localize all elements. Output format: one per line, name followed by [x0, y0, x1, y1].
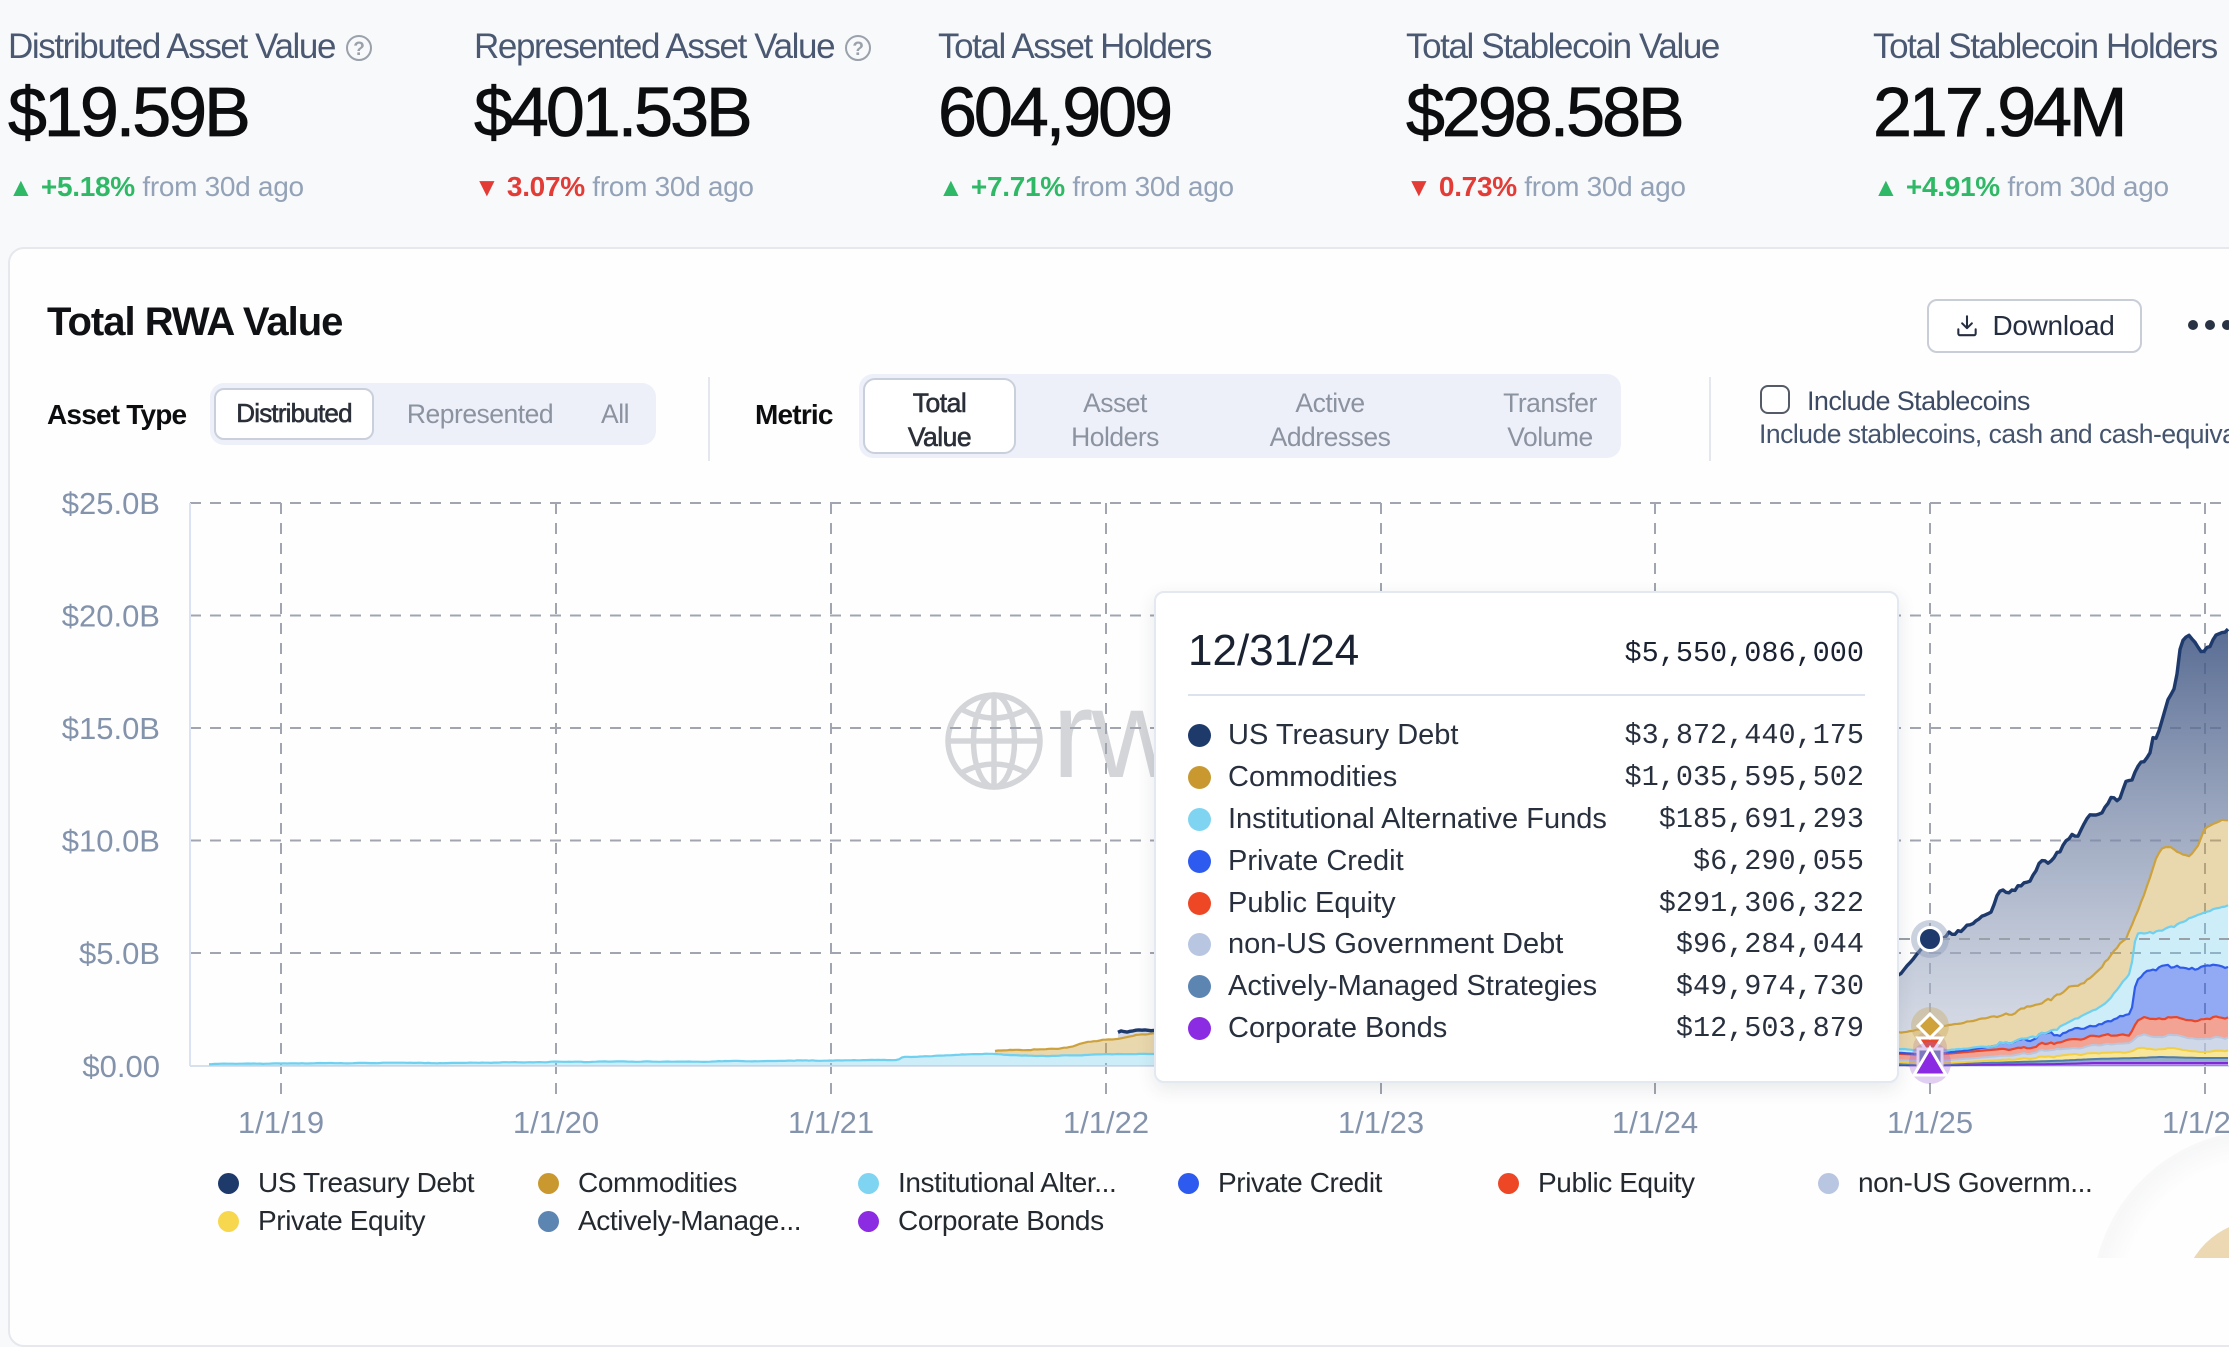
svg-text:1/1/23: 1/1/23	[1338, 1105, 1424, 1140]
svg-text:1/1/19: 1/1/19	[238, 1105, 324, 1140]
svg-text:1/1/21: 1/1/21	[788, 1105, 874, 1140]
svg-text:1/1/22: 1/1/22	[1063, 1105, 1149, 1140]
svg-text:$10.0B: $10.0B	[62, 824, 160, 859]
svg-text:$25.0B: $25.0B	[62, 486, 160, 521]
svg-text:1/1/24: 1/1/24	[1612, 1105, 1698, 1140]
svg-text:1/1/25: 1/1/25	[1887, 1105, 1973, 1140]
svg-text:1/1/20: 1/1/20	[513, 1105, 599, 1140]
svg-text:$20.0B: $20.0B	[62, 599, 160, 634]
svg-text:$0.00: $0.00	[82, 1049, 160, 1084]
svg-text:$5.0B: $5.0B	[79, 936, 160, 971]
svg-text:$15.0B: $15.0B	[62, 711, 160, 746]
